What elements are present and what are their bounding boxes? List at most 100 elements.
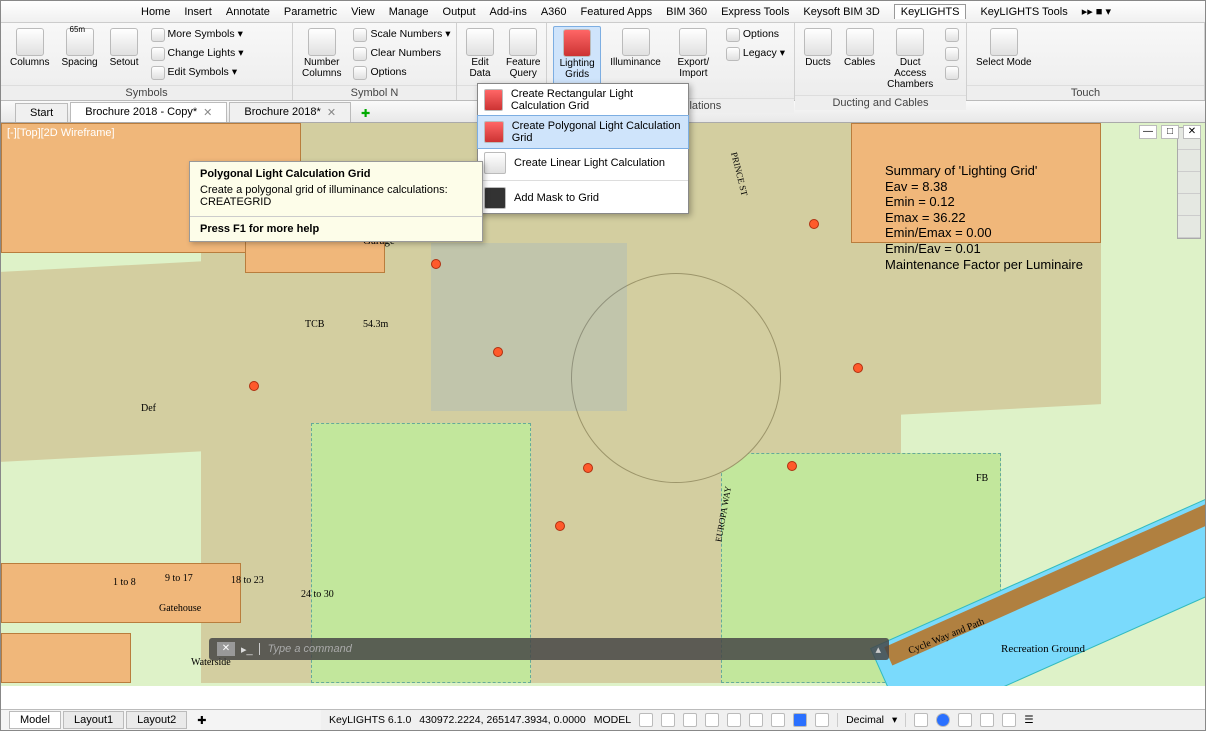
change-lights-button[interactable]: Change Lights ▾ bbox=[148, 45, 247, 63]
command-menu-icon[interactable]: ▴ bbox=[875, 643, 881, 656]
duct-icon-3 bbox=[945, 66, 959, 80]
add-tab-button[interactable]: ✚ bbox=[353, 105, 378, 122]
ducting-extra-3[interactable] bbox=[942, 64, 962, 82]
command-input[interactable]: Type a command bbox=[259, 643, 870, 655]
ortho-toggle-icon[interactable] bbox=[683, 713, 697, 727]
hardware-icon[interactable] bbox=[980, 713, 994, 727]
file-tab-start[interactable]: Start bbox=[15, 103, 68, 122]
navigation-bar[interactable] bbox=[1177, 127, 1201, 239]
menu-featured-apps[interactable]: Featured Apps bbox=[581, 6, 653, 18]
file-tab-brochure[interactable]: Brochure 2018*✕ bbox=[229, 102, 351, 122]
command-line[interactable]: ✕ ▸_ Type a command ▴ bbox=[209, 638, 889, 660]
globe-icon[interactable] bbox=[936, 713, 950, 727]
lineweight-toggle-icon[interactable] bbox=[771, 713, 785, 727]
change-lights-icon bbox=[151, 47, 165, 61]
status-menu-icon[interactable]: ☰ bbox=[1024, 714, 1033, 726]
menu-keysoft-bim-3d[interactable]: Keysoft BIM 3D bbox=[803, 6, 879, 18]
dd-linear-calc[interactable]: Create Linear Light Calculation bbox=[478, 148, 688, 178]
layout-tab-1[interactable]: Layout1 bbox=[63, 711, 124, 729]
viewport-close-icon[interactable]: ✕ bbox=[1183, 125, 1201, 139]
viewport-minimize-icon[interactable]: — bbox=[1139, 125, 1157, 139]
tooltip: Polygonal Light Calculation Grid Create … bbox=[189, 161, 483, 242]
close-icon[interactable]: ✕ bbox=[203, 106, 212, 119]
osnap-toggle-icon[interactable] bbox=[727, 713, 741, 727]
quickprops-icon[interactable] bbox=[914, 713, 928, 727]
edit-symbols-button[interactable]: Edit Symbols ▾ bbox=[148, 64, 247, 82]
lighting-summary: Summary of 'Lighting Grid' Eav = 8.38 Em… bbox=[885, 163, 1083, 272]
panel-title-symbols: Symbols bbox=[1, 85, 292, 100]
menu-manage[interactable]: Manage bbox=[389, 6, 429, 18]
status-space[interactable]: MODEL bbox=[594, 714, 631, 726]
scale-numbers-button[interactable]: Scale Numbers ▾ bbox=[350, 26, 453, 44]
lighting-options-icon bbox=[726, 28, 740, 42]
number-columns-button[interactable]: Number Columns bbox=[299, 26, 344, 81]
menu-annotate[interactable]: Annotate bbox=[226, 6, 270, 18]
label-9to17: 9 to 17 bbox=[165, 573, 193, 584]
cycling-toggle-icon[interactable] bbox=[815, 713, 829, 727]
dd-rectangular-grid[interactable]: Create Rectangular Light Calculation Gri… bbox=[478, 84, 688, 116]
viewport-label[interactable]: [-][Top][2D Wireframe] bbox=[7, 127, 115, 139]
label-gatehouse: Gatehouse bbox=[159, 603, 201, 614]
dd-polygonal-grid[interactable]: Create Polygonal Light Calculation Grid bbox=[477, 115, 689, 149]
close-icon[interactable]: ✕ bbox=[327, 106, 336, 119]
polar-toggle-icon[interactable] bbox=[705, 713, 719, 727]
cables-button[interactable]: Cables bbox=[841, 26, 878, 70]
menu-bim360[interactable]: BIM 360 bbox=[666, 6, 707, 18]
ducting-extra-2[interactable] bbox=[942, 45, 962, 63]
layout-tab-2[interactable]: Layout2 bbox=[126, 711, 187, 729]
clear-numbers-button[interactable]: Clear Numbers bbox=[350, 45, 453, 63]
menu-insert[interactable]: Insert bbox=[184, 6, 212, 18]
menu-express-tools[interactable]: Express Tools bbox=[721, 6, 789, 18]
duct-icon-1 bbox=[945, 28, 959, 42]
transparency-toggle-icon[interactable] bbox=[793, 713, 807, 727]
lighting-grids-dropdown: Create Rectangular Light Calculation Gri… bbox=[477, 83, 689, 214]
grid-toggle-icon[interactable] bbox=[639, 713, 653, 727]
menu-parametric[interactable]: Parametric bbox=[284, 6, 337, 18]
feature-query-icon bbox=[509, 28, 537, 56]
nav-pan-icon[interactable] bbox=[1178, 150, 1200, 172]
menu-view[interactable]: View bbox=[351, 6, 375, 18]
status-product: KeyLIGHTS 6.1.0 bbox=[329, 714, 411, 726]
columns-button[interactable]: Columns bbox=[7, 26, 52, 70]
nav-zoom-icon[interactable] bbox=[1178, 172, 1200, 194]
menu-keylights-tools[interactable]: KeyLIGHTS Tools bbox=[980, 6, 1067, 18]
select-mode-button[interactable]: Select Mode bbox=[973, 26, 1035, 70]
snap-toggle-icon[interactable] bbox=[661, 713, 675, 727]
illuminance-button[interactable]: Illuminance bbox=[607, 26, 664, 70]
edit-data-button[interactable]: Edit Data bbox=[463, 26, 497, 81]
tooltip-body: Create a polygonal grid of illuminance c… bbox=[190, 182, 482, 216]
isolate-icon[interactable] bbox=[958, 713, 972, 727]
menu-addins[interactable]: Add-ins bbox=[490, 6, 527, 18]
export-import-button[interactable]: Export/ Import bbox=[670, 26, 717, 81]
ducts-button[interactable]: Ducts bbox=[801, 26, 835, 70]
layout-add-button[interactable]: ✚ bbox=[189, 714, 214, 727]
tooltip-foot: Press F1 for more help bbox=[190, 216, 482, 241]
menu-overflow-icon[interactable]: ▸▸ ■ ▾ bbox=[1082, 5, 1111, 18]
cleanscreen-icon[interactable] bbox=[1002, 713, 1016, 727]
otrack-toggle-icon[interactable] bbox=[749, 713, 763, 727]
dd-add-mask[interactable]: Add Mask to Grid bbox=[478, 183, 688, 213]
numbering-options-button[interactable]: Options bbox=[350, 64, 453, 82]
more-symbols-button[interactable]: More Symbols ▾ bbox=[148, 26, 247, 44]
tooltip-title: Polygonal Light Calculation Grid bbox=[190, 162, 482, 182]
nav-wheel-icon[interactable] bbox=[1178, 216, 1200, 238]
status-units[interactable]: Decimal bbox=[846, 714, 884, 726]
menu-keylights[interactable]: KeyLIGHTS bbox=[894, 4, 967, 19]
setout-button[interactable]: Setout bbox=[107, 26, 142, 70]
spacing-button[interactable]: 65mSpacing bbox=[58, 26, 100, 70]
menu-output[interactable]: Output bbox=[443, 6, 476, 18]
feature-query-button[interactable]: Feature Query bbox=[503, 26, 543, 81]
ducting-extra-1[interactable] bbox=[942, 26, 962, 44]
label-tcb: TCB bbox=[305, 319, 324, 330]
nav-orbit-icon[interactable] bbox=[1178, 194, 1200, 216]
menu-a360[interactable]: A360 bbox=[541, 6, 567, 18]
menu-home[interactable]: Home bbox=[141, 6, 170, 18]
lighting-options-button[interactable]: Options bbox=[723, 26, 788, 44]
legacy-button[interactable]: Legacy ▾ bbox=[723, 45, 788, 63]
duct-access-button[interactable]: Duct Access Chambers bbox=[884, 26, 936, 92]
file-tab-brochure-copy[interactable]: Brochure 2018 - Copy*✕ bbox=[70, 102, 227, 122]
layout-tab-model[interactable]: Model bbox=[9, 711, 61, 729]
grid-rect-icon bbox=[484, 89, 503, 111]
viewport-maximize-icon[interactable]: □ bbox=[1161, 125, 1179, 139]
command-close-icon[interactable]: ✕ bbox=[217, 642, 235, 656]
